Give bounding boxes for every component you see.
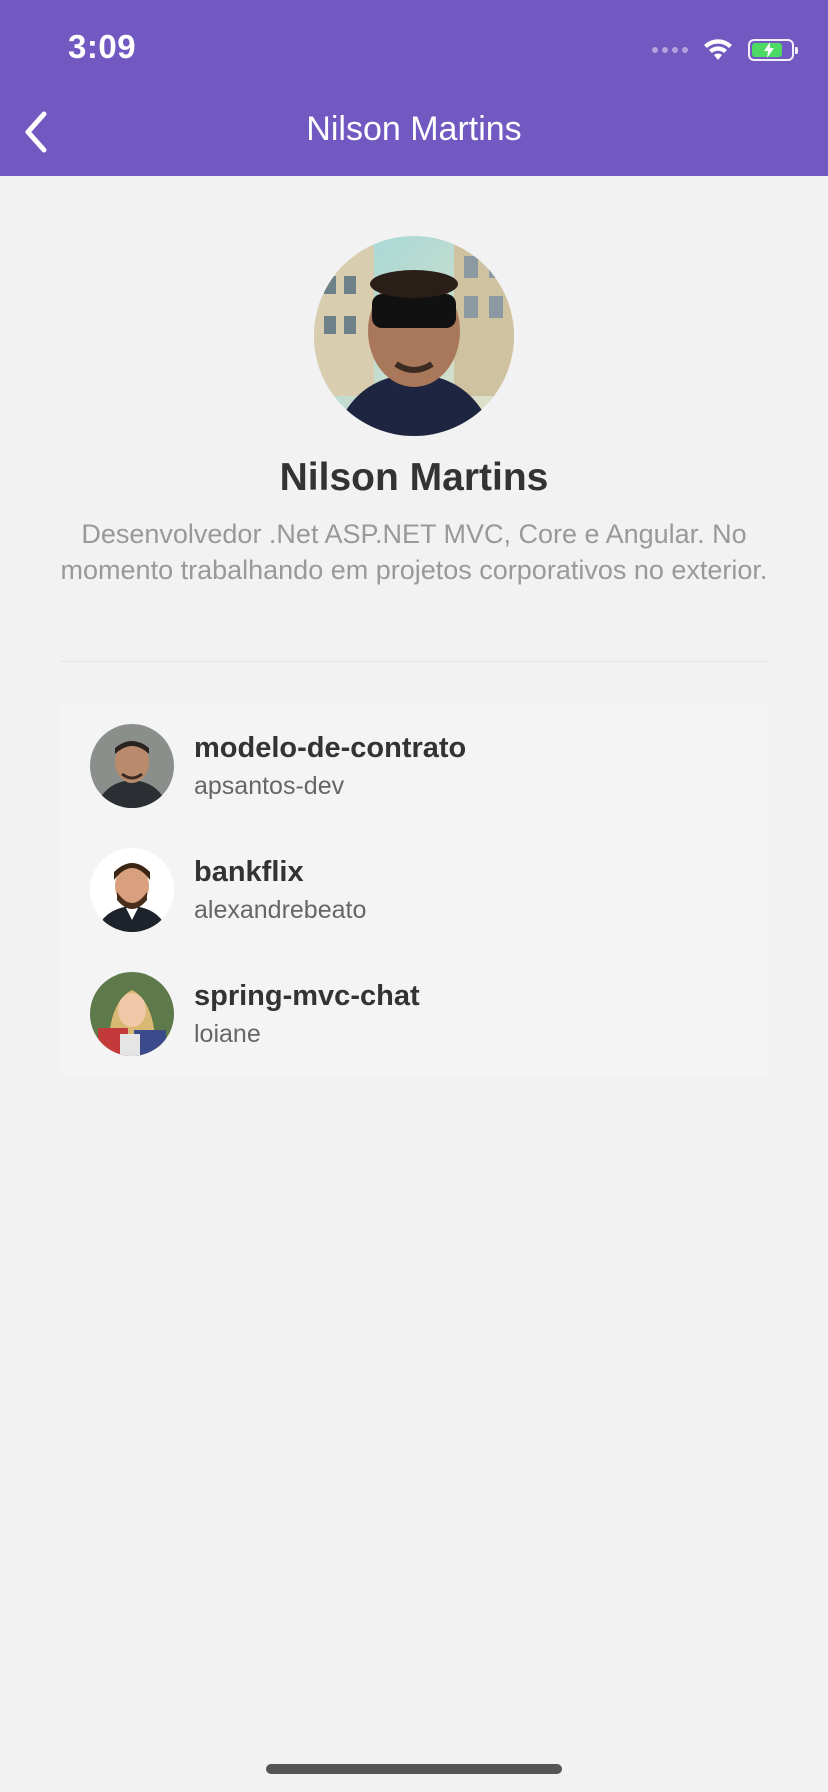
repo-owner: loiane — [194, 1020, 261, 1048]
repo-owner: apsantos-dev — [194, 772, 345, 800]
profile-bio: Desenvolvedor .Net ASP.NET MVC, Core e A… — [60, 519, 768, 585]
avatar — [90, 724, 174, 808]
list-item[interactable]: spring-mvc-chat loiane — [60, 952, 768, 1076]
status-icons — [652, 34, 798, 66]
list-item[interactable]: modelo-de-contrato apsantos-dev — [60, 704, 768, 828]
signal-icon — [652, 47, 688, 53]
status-time: 3:09 — [68, 28, 137, 65]
repo-title: bankflix — [194, 856, 304, 888]
repo-title: spring-mvc-chat — [194, 980, 420, 1012]
app-header: 3:09 Nilson Martins — [0, 0, 828, 176]
profile-avatar — [314, 236, 514, 436]
repo-title: modelo-de-contrato — [194, 732, 467, 764]
battery-icon — [748, 39, 798, 61]
profile-name: Nilson Martins — [279, 456, 549, 499]
repo-owner: alexandrebeato — [194, 896, 367, 924]
charging-bolt-icon — [764, 42, 774, 58]
wifi-icon — [704, 39, 732, 60]
avatar — [90, 972, 174, 1056]
avatar — [90, 848, 174, 932]
list-item[interactable]: bankflix alexandrebeato — [60, 828, 768, 952]
divider — [60, 661, 768, 662]
home-indicator[interactable] — [266, 1764, 562, 1774]
repository-list: modelo-de-contrato apsantos-dev bankflix… — [60, 704, 768, 1076]
page-title: Nilson Martins — [306, 110, 522, 148]
